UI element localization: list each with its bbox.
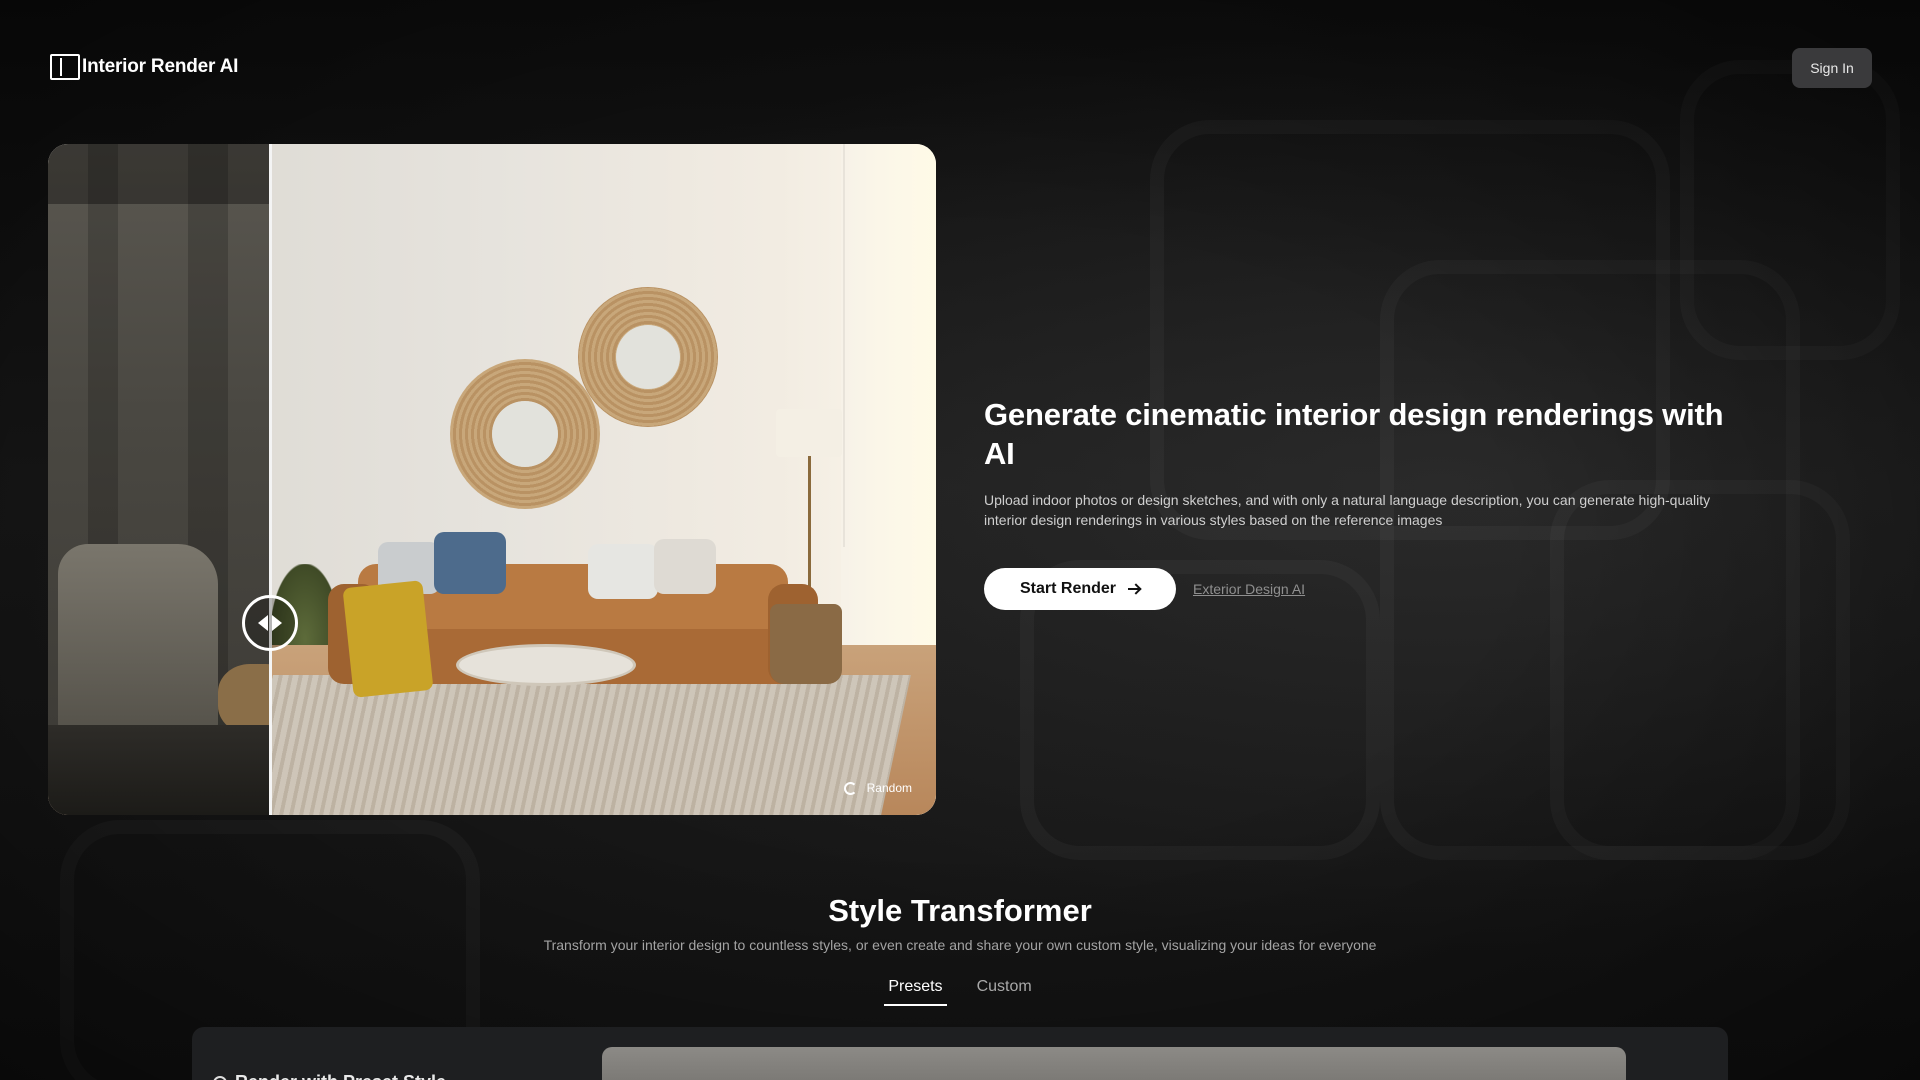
style-transformer-subtitle: Transform your interior design to countl… — [543, 937, 1377, 953]
logo-text: Interior Render AI — [82, 56, 239, 77]
tab-custom[interactable]: Custom — [973, 978, 1036, 1006]
cta-row: Start Render Exterior Design AI — [984, 567, 1744, 610]
top-header: Interior Render AI Sign In — [0, 0, 1920, 136]
hero-section: Generate cinematic interior design rende… — [984, 396, 1744, 610]
style-preview-image — [602, 1047, 1626, 1080]
comparison-slider-handle[interactable] — [242, 595, 298, 651]
start-render-label: Start Render — [1019, 579, 1117, 597]
hero-title: Generate cinematic interior design rende… — [984, 397, 1724, 471]
palette-icon — [213, 1075, 227, 1080]
panel-heading-text: Render with Preset Style — [235, 1072, 446, 1080]
random-label: Random — [866, 781, 912, 795]
before-after-comparison[interactable]: Random — [48, 144, 936, 815]
arrow-right-icon — [272, 615, 282, 631]
comparison-divider[interactable] — [269, 144, 272, 815]
style-tabs: Presets Custom — [0, 978, 1920, 1006]
hero-description: Upload indoor photos or design sketches,… — [984, 491, 1711, 528]
logo-icon — [50, 54, 80, 80]
style-transformer-title: Style Transformer — [828, 893, 1092, 928]
before-photo-image — [48, 144, 270, 815]
tab-presets[interactable]: Presets — [884, 978, 947, 1006]
panel-heading: Render with Preset Style — [213, 1072, 446, 1080]
arrow-right-icon — [1128, 584, 1140, 594]
sign-in-button[interactable]: Sign In — [1792, 48, 1872, 88]
random-button[interactable]: Random — [843, 781, 912, 795]
exterior-design-link[interactable]: Exterior Design AI — [1193, 581, 1305, 597]
arrow-left-icon — [258, 615, 268, 631]
refresh-icon — [843, 781, 857, 795]
start-render-button[interactable]: Start Render — [984, 567, 1176, 610]
logo[interactable]: Interior Render AI — [50, 54, 238, 80]
